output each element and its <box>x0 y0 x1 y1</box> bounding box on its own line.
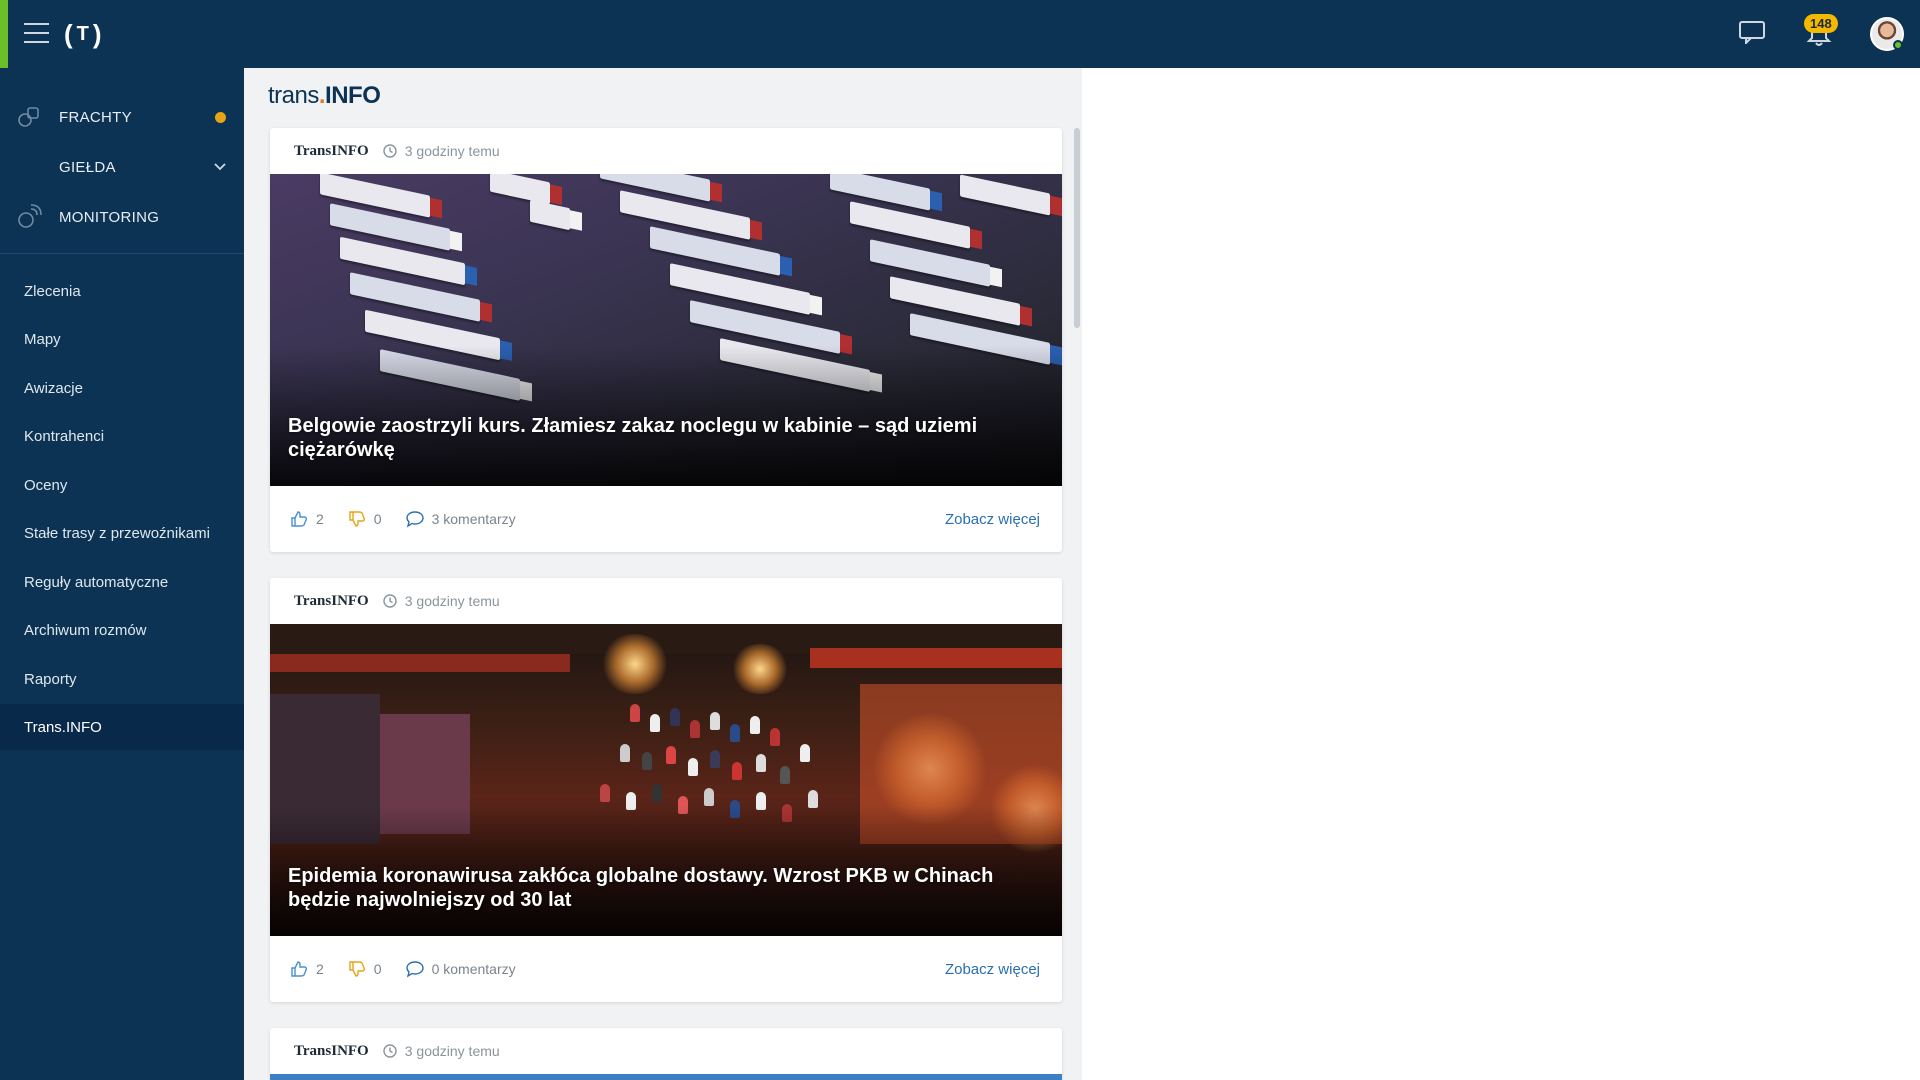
dislike-count: 0 <box>373 961 382 977</box>
sidebar-item-raporty[interactable]: Raporty <box>0 656 244 702</box>
sidebar-section-label: FRACHTY <box>59 108 132 126</box>
sidebar-section-label: GIEŁDA <box>59 158 116 176</box>
notification-badge: 148 <box>1804 14 1838 33</box>
sidebar-item-zlecenia[interactable]: Zlecenia <box>0 268 244 314</box>
article-footer: 2 0 0 komentarzy Zobacz więcej <box>270 936 1062 1002</box>
accent-strip <box>0 0 8 68</box>
dislike-count: 0 <box>373 511 382 527</box>
status-dot <box>215 111 226 123</box>
sidebar-item-transinfo[interactable]: Trans.INFO <box>0 704 244 750</box>
app-logo[interactable]: (T) <box>64 21 102 47</box>
like-button[interactable]: 2 <box>290 510 324 528</box>
sidebar-item-oceny[interactable]: Oceny <box>0 462 244 508</box>
news-feed: trans.INFO TransINFO 3 godziny temu Belg… <box>244 68 1082 1080</box>
article-card: TransINFO 3 godziny temu <box>270 1028 1062 1080</box>
article-card: TransINFO 3 godziny temu <box>270 578 1062 1002</box>
sidebar-section-label: MONITORING <box>59 208 160 226</box>
detail-panel <box>1082 68 1920 1080</box>
comment-icon <box>405 511 424 528</box>
comment-count: 3 komentarzy <box>431 511 516 527</box>
comment-icon <box>405 961 424 978</box>
article-header: TransINFO 3 godziny temu <box>270 578 1062 624</box>
article-footer: 2 0 3 komentarzy Zobacz więcej <box>270 486 1062 552</box>
article-source: TransINFO <box>294 1042 369 1059</box>
clock-icon <box>383 1044 397 1058</box>
sidebar-item-mapy[interactable]: Mapy <box>0 316 244 362</box>
article-header: TransINFO 3 godziny temu <box>270 1028 1062 1074</box>
scrollbar[interactable] <box>1074 128 1080 328</box>
like-button[interactable]: 2 <box>290 960 324 978</box>
satellite-icon <box>18 204 42 228</box>
see-more-link[interactable]: Zobacz więcej <box>945 511 1040 528</box>
sidebar-item-archiwum[interactable]: Archiwum rozmów <box>0 607 244 653</box>
sidebar-item-awizacje[interactable]: Awizacje <box>0 365 244 411</box>
thumbs-up-icon <box>291 511 308 527</box>
boxes-icon <box>18 107 39 127</box>
thumbs-down-icon <box>349 511 365 527</box>
sidebar-divider <box>0 253 244 254</box>
comments-button[interactable]: 3 komentarzy <box>405 510 516 528</box>
transinfo-logo: trans.INFO <box>268 82 381 109</box>
article-image[interactable]: Epidemia koronawirusa zakłóca globalne d… <box>270 624 1062 936</box>
sidebar-section-monitoring[interactable]: MONITORING <box>0 192 244 242</box>
clock-icon <box>383 594 397 608</box>
article-time: 3 godziny temu <box>404 143 500 159</box>
article-title[interactable]: Epidemia koronawirusa zakłóca globalne d… <box>288 864 1032 912</box>
article-source: TransINFO <box>294 142 369 159</box>
article-title[interactable]: Belgowie zaostrzyli kurs. Złamiesz zakaz… <box>288 414 1032 462</box>
like-count: 2 <box>316 511 324 527</box>
thumbs-down-icon <box>349 961 365 977</box>
sidebar-item-reguly[interactable]: Reguły automatyczne <box>0 559 244 605</box>
article-image[interactable] <box>270 1074 1062 1080</box>
article-header: TransINFO 3 godziny temu <box>270 128 1062 174</box>
article-time: 3 godziny temu <box>404 593 500 609</box>
chevron-down-icon <box>214 163 226 171</box>
article-source: TransINFO <box>294 592 369 609</box>
comment-count: 0 komentarzy <box>431 961 516 977</box>
like-count: 2 <box>316 961 324 977</box>
online-status-dot <box>1893 40 1903 50</box>
article-time: 3 godziny temu <box>404 1043 500 1059</box>
sidebar-item-stale-trasy[interactable]: Stałe trasy z przewoźnikami <box>0 510 244 556</box>
comments-button[interactable]: 0 komentarzy <box>405 960 516 978</box>
sidebar: FRACHTY GIEŁDA MONITORING Zlecenia Mapy … <box>0 68 244 1080</box>
clock-icon <box>383 144 397 158</box>
see-more-link[interactable]: Zobacz więcej <box>945 961 1040 978</box>
article-card: TransINFO 3 godziny temu <box>270 128 1062 552</box>
thumbs-up-icon <box>291 961 308 977</box>
sidebar-section-gielda[interactable]: GIEŁDA <box>0 142 244 192</box>
article-image[interactable]: Belgowie zaostrzyli kurs. Złamiesz zakaz… <box>270 174 1062 486</box>
menu-icon[interactable] <box>24 23 49 43</box>
dislike-button[interactable]: 0 <box>348 510 382 528</box>
dislike-button[interactable]: 0 <box>348 960 382 978</box>
top-bar: (T) 148 <box>0 0 1920 68</box>
sidebar-section-frachty[interactable]: FRACHTY <box>0 92 244 142</box>
chat-icon[interactable] <box>1738 20 1766 44</box>
sidebar-item-kontrahenci[interactable]: Kontrahenci <box>0 413 244 459</box>
